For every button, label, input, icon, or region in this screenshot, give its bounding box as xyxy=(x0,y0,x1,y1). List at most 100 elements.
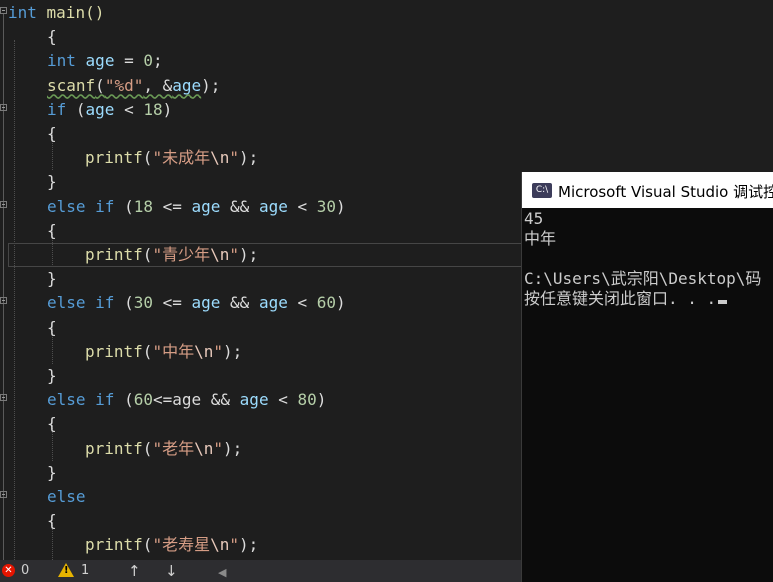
code-text: else if (18 <= age && age < 30) xyxy=(47,197,346,217)
code-token: ( xyxy=(142,341,153,361)
code-token: } xyxy=(47,172,57,192)
code-line[interactable]: int age = 0; xyxy=(0,49,773,73)
code-token: ( xyxy=(114,196,134,216)
code-token: age xyxy=(172,75,202,95)
code-token: int xyxy=(8,3,37,22)
code-token: } xyxy=(47,269,57,289)
code-token: { xyxy=(47,27,57,47)
code-token: \n xyxy=(210,535,230,555)
code-token: 30 xyxy=(133,293,153,313)
error-icon[interactable]: ✕ xyxy=(2,564,15,577)
code-line[interactable]: if (age < 18) xyxy=(0,98,773,122)
code-token: main() xyxy=(36,3,105,22)
fold-toggle-icon[interactable] xyxy=(0,394,7,402)
code-text: int main() xyxy=(8,3,104,23)
code-token: <= xyxy=(152,293,192,313)
code-token: ( xyxy=(114,390,134,410)
console-prompt-line: 按任意键关闭此窗口. . . xyxy=(524,289,728,309)
code-token: 18 xyxy=(143,99,163,119)
code-line[interactable]: int main() xyxy=(0,1,773,25)
code-token: 60 xyxy=(133,390,153,410)
code-line[interactable]: { xyxy=(0,122,773,146)
code-line[interactable]: { xyxy=(0,25,773,49)
code-token: " xyxy=(229,148,239,168)
console-output-line: 45 xyxy=(524,209,544,228)
code-token: 18 xyxy=(133,196,153,216)
code-token: if xyxy=(95,390,115,410)
code-token: if xyxy=(47,99,67,119)
code-token: \n xyxy=(194,438,214,458)
code-token: \n xyxy=(210,245,230,264)
code-token: { xyxy=(47,124,57,143)
warning-icon[interactable]: ! xyxy=(58,563,74,577)
code-token: if xyxy=(95,293,115,313)
code-token: { xyxy=(47,220,57,240)
code-token: age xyxy=(85,99,115,119)
code-token: " xyxy=(213,438,223,458)
code-token: scanf xyxy=(47,75,96,95)
code-token: 60 xyxy=(316,293,337,313)
code-text: printf("老年\n"); xyxy=(85,439,242,459)
console-prompt-text: 按任意键关闭此窗口. . . xyxy=(524,289,717,308)
code-token: "%d" xyxy=(104,75,144,95)
code-token: "老年 xyxy=(152,438,195,458)
error-count[interactable]: 0 xyxy=(21,563,29,579)
fold-toggle-icon[interactable] xyxy=(0,491,7,498)
code-token: int xyxy=(47,51,76,71)
code-token: = xyxy=(114,51,144,71)
code-text: printf("未成年\n"); xyxy=(85,148,258,168)
code-token: ( xyxy=(142,535,153,555)
debug-console-window[interactable]: C:\ Microsoft Visual Studio 调试控 45 中年 C:… xyxy=(521,172,773,582)
code-text: if (age < 18) xyxy=(47,100,172,120)
code-token: ); xyxy=(222,438,243,458)
code-token: ( xyxy=(142,438,153,458)
console-app-icon: C:\ xyxy=(532,183,552,198)
fold-toggle-icon[interactable] xyxy=(0,103,7,111)
code-line[interactable]: printf("未成年\n"); xyxy=(0,146,773,170)
arrow-up-icon[interactable]: ↑ xyxy=(128,563,141,579)
code-text: printf("中年\n"); xyxy=(85,342,242,362)
code-token: < xyxy=(287,293,317,313)
warning-count[interactable]: 1 xyxy=(81,563,89,579)
code-text: printf("老寿星\n"); xyxy=(85,535,258,555)
code-token: ); xyxy=(238,148,259,168)
code-token: age xyxy=(191,196,221,216)
code-token: " xyxy=(229,535,239,555)
code-token: ( xyxy=(142,148,153,168)
code-token: printf xyxy=(85,438,143,458)
code-text: } xyxy=(47,463,57,483)
code-token: age xyxy=(191,293,221,313)
fold-toggle-icon[interactable] xyxy=(0,297,7,305)
code-text: { xyxy=(47,221,57,241)
code-token: \n xyxy=(194,341,214,361)
code-line[interactable]: scanf("%d", &age); xyxy=(0,74,773,98)
code-text: } xyxy=(47,366,57,386)
arrow-down-icon[interactable]: ↓ xyxy=(165,563,178,579)
code-token: < xyxy=(268,390,298,410)
text-cursor xyxy=(718,300,728,304)
code-token: else xyxy=(47,196,86,216)
code-token: ( xyxy=(114,293,134,313)
console-title-bar[interactable]: C:\ Microsoft Visual Studio 调试控 xyxy=(522,172,773,208)
code-token: { xyxy=(47,414,57,434)
code-token: { xyxy=(47,511,57,531)
fold-toggle-icon[interactable] xyxy=(0,200,7,208)
code-token: 0 xyxy=(143,51,153,71)
code-token: ) xyxy=(316,390,327,410)
code-token: ) xyxy=(162,99,173,119)
code-token: < xyxy=(114,99,144,119)
code-token: ( xyxy=(142,245,153,264)
code-token: if xyxy=(95,196,115,216)
code-token: ); xyxy=(201,75,221,95)
code-token: printf xyxy=(85,341,143,361)
code-token: age xyxy=(258,196,288,216)
code-text: else if (60<=age && age < 80) xyxy=(47,390,326,410)
code-text: scanf("%d", &age); xyxy=(47,76,220,96)
scroll-left-icon[interactable]: ◀ xyxy=(218,565,226,581)
console-output-line: C:\Users\武宗阳\Desktop\码 xyxy=(524,269,762,288)
fold-toggle-icon[interactable] xyxy=(0,7,7,14)
console-output-line: 中年 xyxy=(524,229,557,248)
